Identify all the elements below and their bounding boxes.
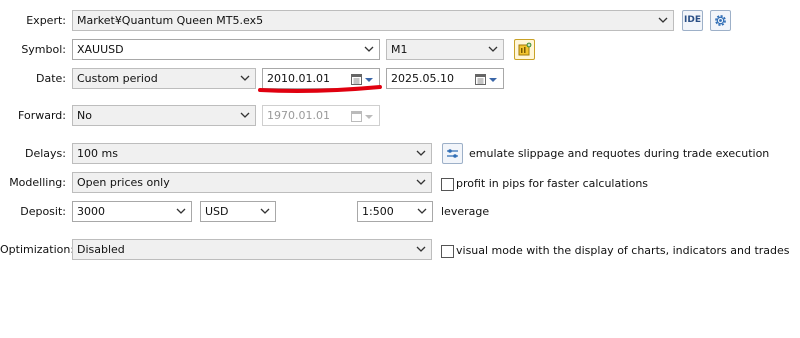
currency-value: USD — [205, 205, 229, 218]
symbol-label: Symbol: — [21, 43, 66, 56]
delays-value: 100 ms — [77, 147, 118, 160]
ide-label: IDE — [684, 15, 701, 25]
forward-date-picker: 1970.01.01 — [262, 105, 380, 126]
leverage-value: 1:500 — [362, 205, 394, 218]
date-to-value: 2025.05.10 — [391, 72, 454, 85]
timeframe-select[interactable]: M1 — [386, 39, 504, 60]
expert-label: Expert: — [26, 14, 66, 27]
chevron-down-icon — [658, 17, 668, 24]
gear-icon — [713, 13, 728, 31]
emulate-slippage-text: emulate slippage and requotes during tra… — [469, 147, 770, 160]
chevron-down-icon — [176, 208, 186, 215]
delay-settings-button[interactable] — [442, 143, 463, 164]
modelling-value: Open prices only — [77, 176, 170, 189]
calendar-icon[interactable] — [475, 73, 499, 85]
calendar-icon — [351, 110, 375, 122]
settings-button[interactable] — [710, 10, 731, 31]
timeframe-value: M1 — [391, 43, 408, 56]
profit-in-pips-text: profit in pips for faster calculations — [456, 177, 649, 190]
chevron-down-icon — [416, 246, 426, 253]
forward-select[interactable]: No — [72, 105, 256, 126]
date-label: Date: — [36, 72, 66, 85]
chevron-down-icon — [488, 46, 498, 53]
red-underline-annotation — [258, 85, 382, 93]
expert-select[interactable]: Market¥Quantum Queen MT5.ex5 — [72, 10, 674, 31]
ide-button[interactable]: IDE — [682, 10, 703, 31]
deposit-amount-value: 3000 — [77, 205, 105, 218]
deposit-label: Deposit: — [20, 205, 66, 218]
sliders-icon — [445, 146, 460, 164]
profit-in-pips-checkbox[interactable] — [441, 178, 454, 191]
chevron-down-icon — [260, 208, 270, 215]
symbol-value: XAUUSD — [77, 43, 124, 56]
visual-mode-text: visual mode with the display of charts, … — [456, 244, 790, 257]
forward-date-value: 1970.01.01 — [267, 109, 330, 122]
chevron-down-icon — [240, 112, 250, 119]
symbol-input[interactable]: XAUUSD — [72, 39, 380, 60]
leverage-select[interactable]: 1:500 — [357, 201, 433, 222]
date-to-picker[interactable]: 2025.05.10 — [386, 68, 504, 89]
chevron-down-icon — [240, 75, 250, 82]
optimization-select[interactable]: Disabled — [72, 239, 432, 260]
modelling-label: Modelling: — [9, 176, 66, 189]
deposit-amount-input[interactable]: 3000 — [72, 201, 192, 222]
modelling-select[interactable]: Open prices only — [72, 172, 432, 193]
optimization-label: Optimization: — [0, 243, 75, 256]
expert-value: Market¥Quantum Queen MT5.ex5 — [77, 14, 264, 27]
chevron-down-icon — [416, 179, 426, 186]
forward-value: No — [77, 109, 92, 122]
leverage-text: leverage — [441, 205, 490, 218]
symbol-properties-icon — [517, 42, 532, 60]
forward-label: Forward: — [18, 109, 66, 122]
delays-select[interactable]: 100 ms — [72, 143, 432, 164]
date-mode-select[interactable]: Custom period — [72, 68, 256, 89]
visual-mode-checkbox[interactable] — [441, 245, 454, 258]
chevron-down-icon — [364, 46, 374, 53]
symbol-properties-button[interactable] — [514, 39, 535, 60]
delays-label: Delays: — [25, 147, 66, 160]
date-mode-value: Custom period — [77, 72, 158, 85]
chevron-down-icon — [416, 150, 426, 157]
optimization-value: Disabled — [77, 243, 125, 256]
chevron-down-icon — [417, 208, 427, 215]
currency-select[interactable]: USD — [200, 201, 276, 222]
